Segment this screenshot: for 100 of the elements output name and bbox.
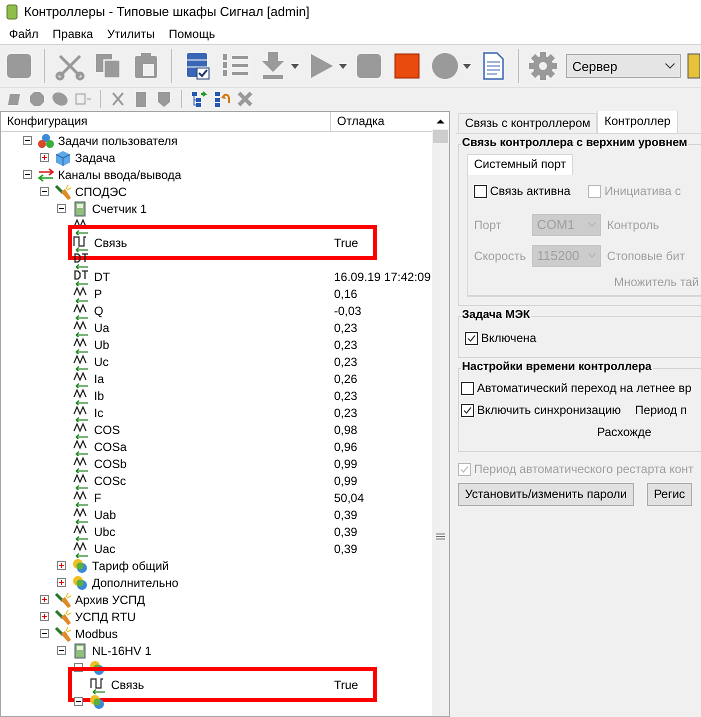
tree-item[interactable]: Тариф общий (92, 558, 169, 572)
menu-item[interactable]: Файл (2, 26, 46, 40)
debug-value: 0,23 (334, 406, 358, 420)
collapse-toggle[interactable] (23, 136, 32, 145)
tab[interactable]: Системный порт (467, 154, 574, 175)
signal-icon (72, 540, 90, 558)
grip-icon (436, 533, 445, 540)
collapse-toggle[interactable] (40, 629, 49, 638)
debug-value: 0,39 (334, 524, 358, 538)
tab[interactable]: Связь с контроллером (458, 113, 598, 133)
tree-item[interactable]: Modbus (75, 626, 118, 640)
collapse-toggle[interactable] (74, 697, 83, 706)
tree-item[interactable]: Uc (94, 354, 109, 368)
tree-item[interactable]: COSb (94, 456, 127, 470)
up-arrow-icon (436, 118, 445, 124)
tree-item[interactable]: Каналы ввода/вывода (58, 168, 182, 182)
cube-icon (54, 150, 72, 166)
debug-value: 0,23 (334, 354, 358, 368)
group-icon (71, 574, 89, 590)
menu-item[interactable]: Правка (46, 26, 100, 40)
tree-item[interactable]: Ua (94, 320, 110, 334)
debug-value: 50,04 (334, 490, 364, 504)
checkbox-label: Автоматический переход на летнее вр (477, 381, 692, 395)
button[interactable]: Регис (646, 482, 692, 506)
checkbox[interactable] (461, 404, 474, 416)
tree-item[interactable]: COSc (94, 474, 126, 488)
collapse-toggle[interactable] (57, 646, 66, 655)
signal-icon (72, 370, 90, 388)
debug-value: -0,03 (334, 304, 362, 318)
tree-item[interactable]: Счетчик 1 (92, 202, 147, 216)
tree-item[interactable]: Q (94, 304, 104, 318)
tree-item[interactable]: Uac (94, 542, 116, 556)
field-label: Скорость (474, 248, 527, 262)
tree-item[interactable]: Дополнительно (92, 576, 178, 590)
debug-value: 0,96 (334, 440, 358, 454)
group-title: Связь контроллера с верхним уровнем (461, 137, 688, 149)
tree-item[interactable]: COSa (94, 440, 127, 454)
checkbox-label: Включить синхронизацию (477, 403, 621, 417)
tree-item[interactable]: Связь (94, 236, 128, 250)
square-wave-icon (72, 234, 90, 252)
plug-icon (54, 592, 72, 608)
tab[interactable]: Контроллер (597, 111, 678, 133)
signal-icon (72, 336, 90, 354)
debug-value: 0,39 (334, 542, 358, 556)
tree-item[interactable]: Ia (94, 372, 104, 386)
signal-icon (72, 386, 90, 404)
signal-icon (72, 302, 90, 320)
group-title: Задача МЭК (461, 309, 532, 321)
tree-item[interactable]: Ib (94, 388, 104, 402)
collapse-toggle[interactable] (57, 204, 66, 213)
tree-item[interactable]: Связь (111, 678, 144, 692)
tree-item[interactable]: Архив УСПД (75, 592, 145, 606)
tree-item[interactable]: Ub (94, 338, 110, 352)
group-title: Настройки времени контроллера (461, 361, 653, 373)
expand-toggle[interactable] (57, 578, 66, 587)
tree-item[interactable]: Ic (94, 406, 104, 420)
signal-icon (72, 284, 90, 302)
tree-item[interactable]: Uab (94, 508, 116, 522)
arrows-icon (37, 166, 55, 182)
tree-item[interactable]: DT (94, 270, 110, 284)
scrollbar-thumb[interactable] (433, 130, 448, 143)
server-dropdown[interactable]: Сервер (566, 54, 681, 78)
checkbox[interactable] (461, 382, 474, 394)
tree-item[interactable]: P (94, 286, 102, 300)
tree-item[interactable]: F (94, 490, 102, 504)
field-label: Период п (634, 403, 687, 417)
undo-icon[interactable] (213, 90, 231, 108)
scrollbar[interactable] (432, 112, 449, 716)
tree-item[interactable]: Ubc (94, 524, 116, 538)
debug-value: 0,26 (334, 372, 358, 386)
tree-item[interactable]: УСПД RTU (75, 610, 136, 624)
tree-item[interactable]: COS (94, 422, 120, 436)
checkbox[interactable] (474, 184, 487, 198)
tree-add-icon[interactable] (190, 90, 208, 108)
expand-toggle[interactable] (40, 153, 49, 162)
tree-item[interactable]: Задача (75, 150, 116, 164)
tree-item[interactable]: NL-16HV 1 (92, 644, 152, 658)
chevron-down-icon (588, 253, 596, 258)
tree-item[interactable]: Задачи пользователя (58, 134, 178, 148)
group-icon (88, 660, 106, 676)
expand-toggle[interactable] (40, 595, 49, 604)
collapse-toggle[interactable] (23, 170, 32, 179)
checkbox-label: Связь активна (490, 184, 570, 198)
collapse-toggle[interactable] (40, 187, 49, 196)
menu-item[interactable]: Помощь (162, 26, 222, 40)
signal-icon (72, 506, 90, 524)
app-icon (6, 4, 18, 20)
group-icon (71, 558, 89, 574)
button[interactable]: Установить/изменить пароли (458, 482, 634, 506)
expand-toggle[interactable] (57, 561, 66, 570)
signal-icon (72, 318, 90, 336)
checkbox-label: Период автоматического рестарта конт (474, 462, 694, 476)
checkbox[interactable] (465, 332, 478, 344)
field-label: Множитель тай (613, 275, 700, 289)
group-icon (88, 694, 106, 710)
menu-item[interactable]: Утилиты (100, 26, 162, 40)
signal-icon (72, 438, 90, 456)
expand-toggle[interactable] (40, 612, 49, 621)
signal-icon (72, 454, 90, 472)
tree-item[interactable]: СПОДЭС (75, 184, 127, 198)
